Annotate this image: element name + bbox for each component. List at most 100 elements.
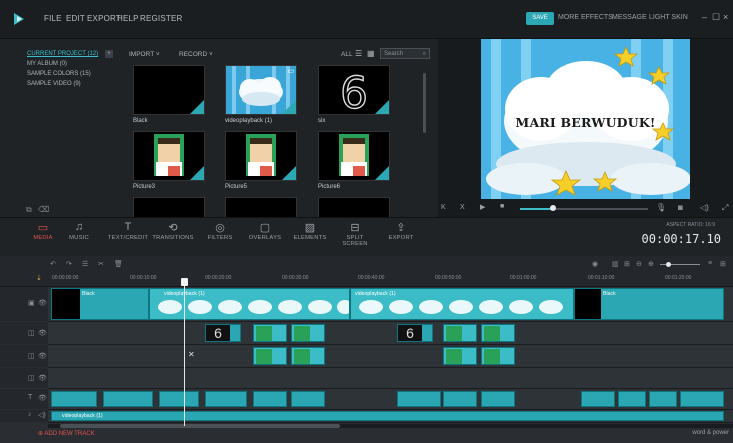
text-clip[interactable] <box>159 391 199 407</box>
speaker-icon[interactable]: ◁) <box>38 411 46 419</box>
tool-filters[interactable]: ◎ FILTERS <box>205 221 235 241</box>
media-item-videoplayback[interactable]: ▭ <box>225 65 297 115</box>
text-clip[interactable] <box>481 391 515 407</box>
tool-media[interactable]: ▭ MEDIA <box>30 221 56 241</box>
redo-icon[interactable]: ↷ <box>66 260 72 268</box>
maximize-icon[interactable]: ☐ <box>712 12 720 23</box>
menu-edit[interactable]: EDIT <box>66 14 85 23</box>
tool-music[interactable]: ♫ MUSIC <box>66 221 92 241</box>
pip-clip-picture[interactable] <box>291 324 325 342</box>
preview-scrubber-handle[interactable] <box>550 205 556 211</box>
more-effects-link[interactable]: MORE EFFECTS <box>558 14 613 21</box>
media-item-picture3[interactable] <box>133 131 205 181</box>
eye-icon[interactable]: 👁 <box>38 394 47 402</box>
fullscreen-icon[interactable]: ⤢ <box>722 203 728 213</box>
media-item-six[interactable]: 6 <box>318 65 390 120</box>
menu-register[interactable]: REGISTER <box>140 14 183 23</box>
menu-help[interactable]: HELP <box>117 14 139 23</box>
tool-overlays[interactable]: ▢ OVERLAYS <box>247 221 283 241</box>
text-clip[interactable] <box>291 391 325 407</box>
timeline-scroll-thumb[interactable] <box>60 424 340 428</box>
pip-clip-picture[interactable] <box>253 347 287 365</box>
video-clip-black-end[interactable]: Black <box>574 288 724 320</box>
aspect-ratio-label[interactable]: ASPECT RATIO: 16:9 <box>666 222 715 228</box>
tool-text-credit[interactable]: T TEXT/CREDIT <box>106 221 150 241</box>
video-clip-black[interactable]: Black <box>51 288 149 320</box>
pip-track-icon[interactable]: ◫ <box>28 374 35 382</box>
media-item[interactable] <box>318 197 390 218</box>
light-skin-link[interactable]: LIGHT SKIN <box>649 14 688 21</box>
pip-clip-picture[interactable] <box>443 324 477 342</box>
menu-export[interactable]: EXPORT <box>87 14 121 23</box>
pip-clip-six[interactable]: 6 <box>397 324 433 342</box>
text-clip[interactable] <box>443 391 477 407</box>
eye-icon[interactable]: 👁 <box>38 374 47 382</box>
text-clip[interactable] <box>618 391 646 407</box>
volume-icon[interactable]: ◁) <box>700 203 709 212</box>
snapshot-icon[interactable]: ⊞ <box>624 260 630 268</box>
tool-elements[interactable]: ▨ ELEMENTS <box>291 221 329 241</box>
text-clip[interactable] <box>205 391 247 407</box>
import-dropdown[interactable]: IMPORT ˅ <box>129 51 160 58</box>
tool-split-screen[interactable]: ⊟ SPLIT SCREEN <box>333 221 377 247</box>
media-item-picture6[interactable] <box>318 131 390 181</box>
folder-icon[interactable]: ⧉ <box>26 205 32 215</box>
filter-all[interactable]: ALL <box>341 51 353 58</box>
add-new-track-button[interactable]: ⊕ ADD NEW TRACK <box>38 430 95 437</box>
pip-clip-six[interactable]: 6 <box>205 324 241 342</box>
add-folder-icon[interactable]: + <box>105 50 113 58</box>
tool-transitions[interactable]: ⟲ TRANSITIONS <box>152 221 194 241</box>
zoom-out-icon[interactable]: ⊖ <box>636 260 642 268</box>
text-clip[interactable] <box>253 391 287 407</box>
tree-my-album[interactable]: MY ALBUM (0) <box>27 61 67 67</box>
playhead-line[interactable] <box>184 278 185 426</box>
video-clip-videoplayback-1[interactable]: videoplayback (1) <box>149 288 350 320</box>
snapshot-icon[interactable]: ◙ <box>678 203 683 212</box>
split-icon[interactable]: ✂ <box>98 260 104 268</box>
pip-track-icon[interactable]: ◫ <box>28 352 35 360</box>
library-scrollbar[interactable] <box>423 73 426 133</box>
pip-clip-picture[interactable] <box>291 347 325 365</box>
tree-sample-colors[interactable]: SAMPLE COLORS (15) <box>27 71 91 77</box>
settings-icon[interactable]: ☰ <box>82 260 88 268</box>
save-button[interactable]: SAVE <box>526 12 554 25</box>
audio-clip-videoplayback[interactable]: videoplayback (1) <box>51 411 724 421</box>
pip-clip-picture[interactable] <box>253 324 287 342</box>
text-clip[interactable] <box>103 391 153 407</box>
media-item-picture5[interactable] <box>225 131 297 181</box>
audio-mixer-icon[interactable]: ▥ <box>612 260 619 268</box>
stop-icon[interactable]: ■ <box>500 203 504 210</box>
timeline-ruler[interactable]: ⇣ 00:00:00:00 00:00:10:00 00:00:20:00 00… <box>0 272 733 287</box>
play-icon[interactable]: ▶ <box>480 203 485 211</box>
pip-track-icon[interactable]: ◫ <box>28 329 35 337</box>
audio-track-icon[interactable]: ♪ <box>28 411 32 418</box>
media-item-black[interactable] <box>133 65 205 115</box>
pip-clip-picture[interactable] <box>443 347 477 365</box>
zoom-slider-handle[interactable] <box>666 262 671 267</box>
text-track-icon[interactable]: T <box>28 394 32 401</box>
text-clip[interactable] <box>51 391 97 407</box>
close-icon[interactable]: × <box>723 12 728 22</box>
list-view-icon[interactable]: ☰ <box>355 49 362 58</box>
marker-icon[interactable]: ⇣ <box>36 274 42 282</box>
text-clip[interactable] <box>397 391 441 407</box>
tree-current-project[interactable]: CURRENT PROJECT (12) <box>27 51 98 57</box>
tool-export[interactable]: ⇪ EXPORT <box>386 221 416 241</box>
eye-icon[interactable]: 👁 <box>38 352 47 360</box>
text-clip[interactable] <box>581 391 615 407</box>
text-clip[interactable] <box>649 391 677 407</box>
message-link[interactable]: MESSAGE <box>612 14 647 21</box>
next-frame-icon[interactable]: X <box>460 204 465 211</box>
prev-frame-icon[interactable]: K <box>441 204 446 211</box>
video-clip-videoplayback-2[interactable]: videoplayback (1) <box>350 288 574 320</box>
undo-icon[interactable]: ↶ <box>50 260 56 268</box>
pip-clip-picture[interactable] <box>481 347 515 365</box>
video-track-icon[interactable]: ▣ <box>28 299 35 307</box>
search-input[interactable]: Search ⌕ <box>380 48 430 59</box>
eye-icon[interactable]: 👁 <box>38 299 47 307</box>
delete-folder-icon[interactable]: ⌫ <box>38 205 49 214</box>
media-item[interactable] <box>133 197 205 218</box>
render-icon[interactable]: ◉ <box>592 260 598 268</box>
pip-clip-picture[interactable] <box>481 324 515 342</box>
media-item[interactable] <box>225 197 297 218</box>
